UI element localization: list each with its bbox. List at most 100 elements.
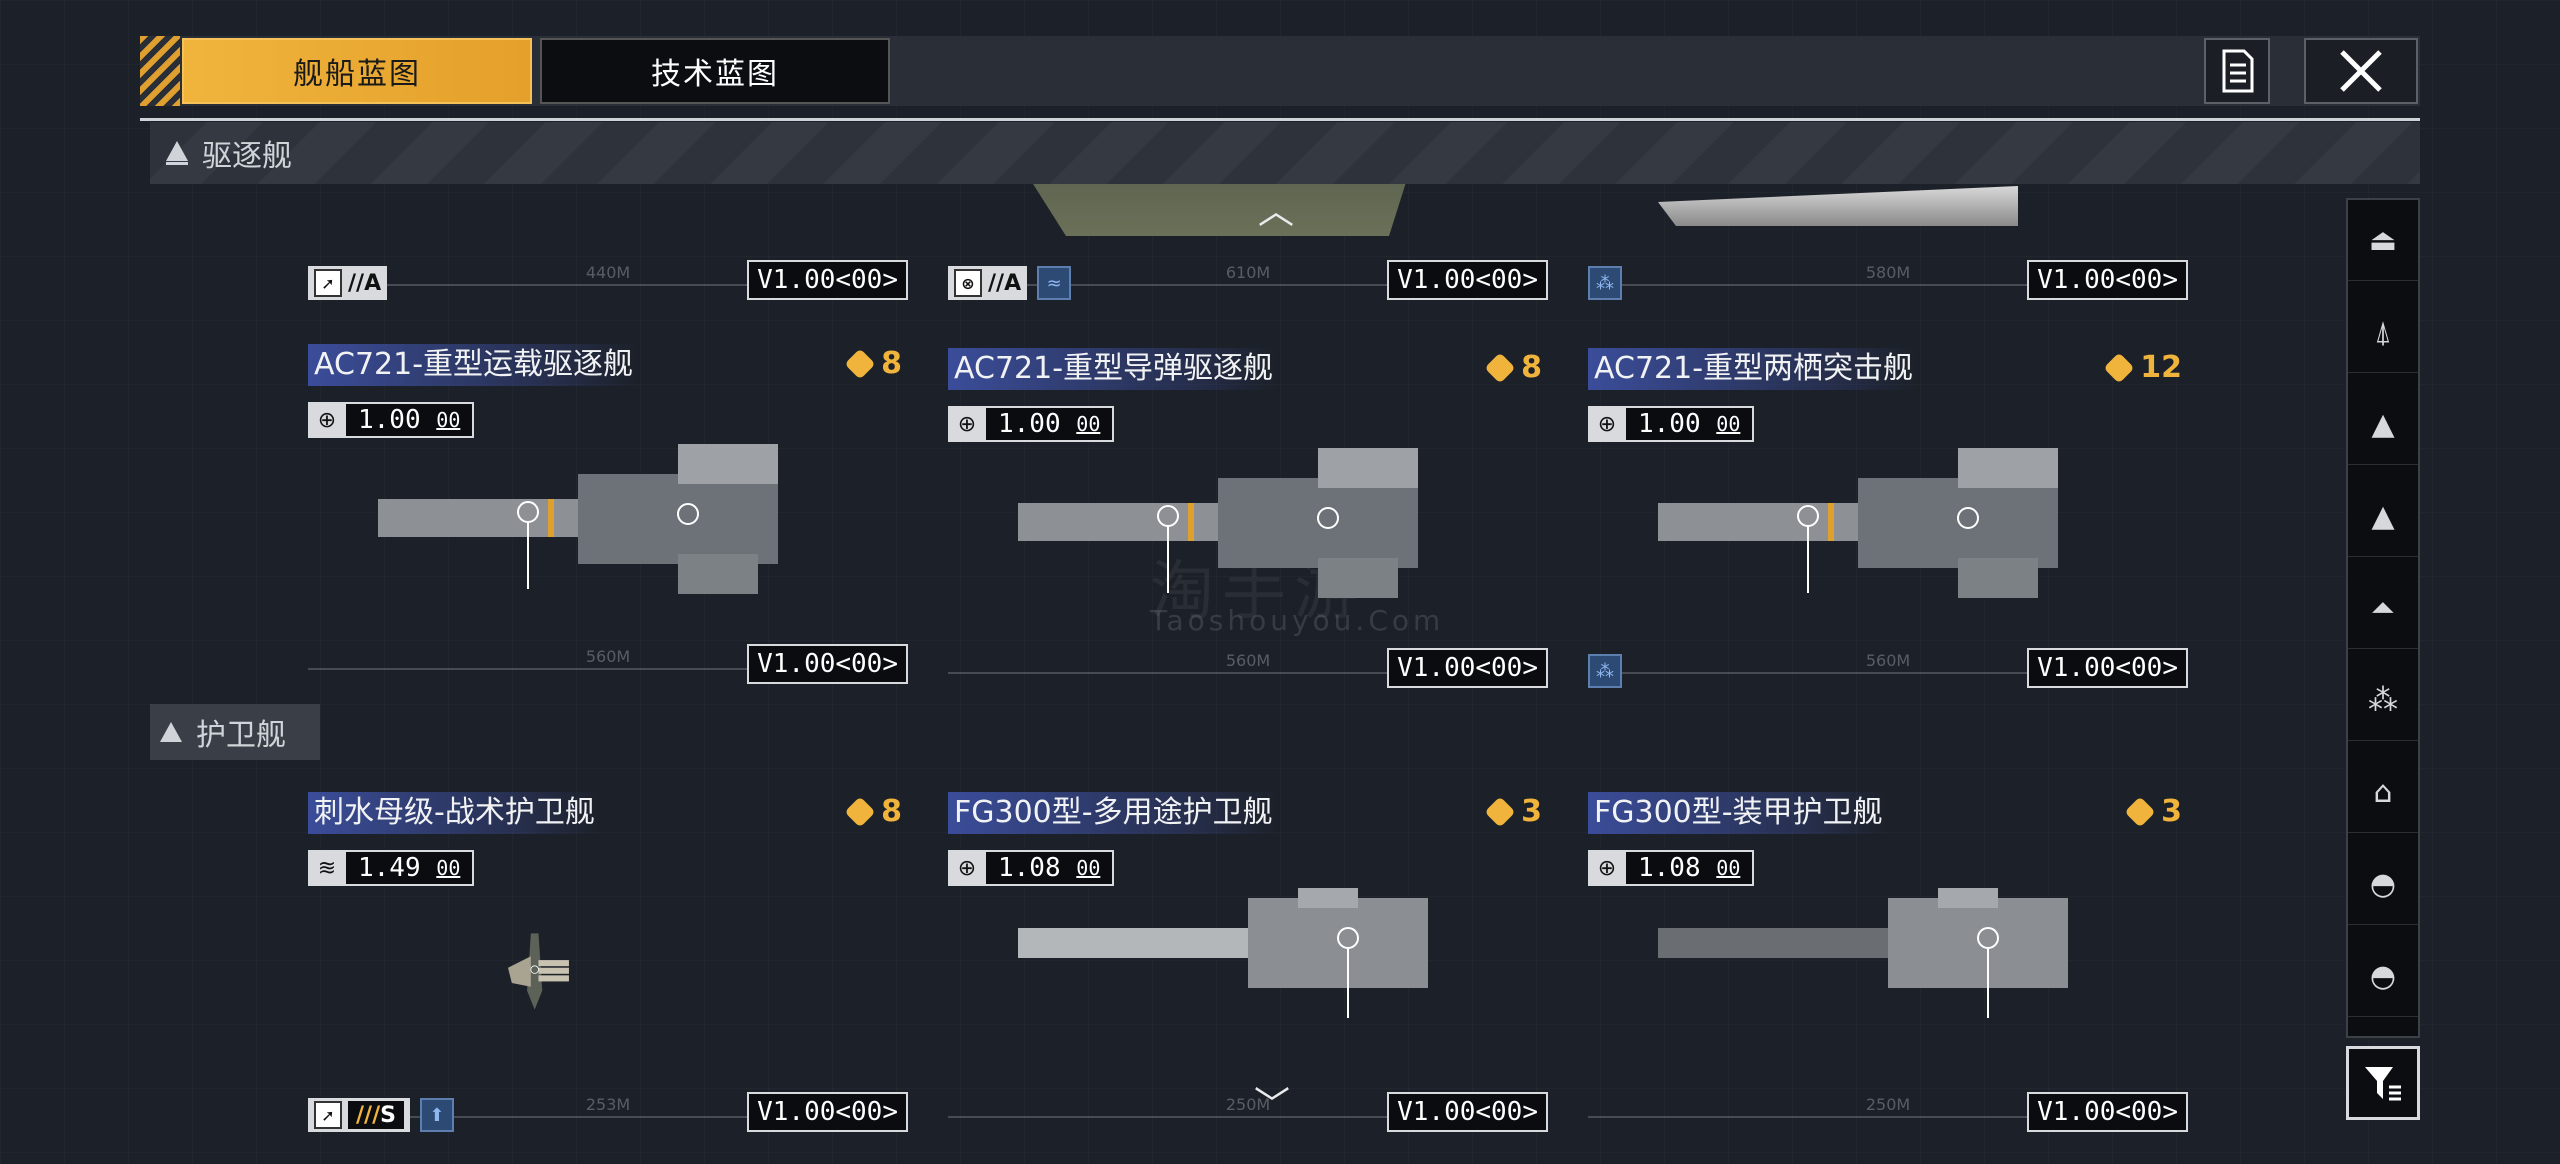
cost: 8 (844, 346, 902, 381)
speed-icon: ≋ (308, 850, 346, 886)
length-label: 440M (585, 263, 631, 282)
blueprint-cost-icon (844, 347, 876, 380)
tag-row: ➚//A (308, 266, 388, 300)
ship-card-partial[interactable]: 580M ⁂ V1.00<00> (1588, 176, 2188, 300)
stat-row: ⊕ 1.08 00 (1588, 850, 1755, 886)
version-badge: V1.00<00> (1387, 648, 1548, 688)
stat-value: 1.08 00 (986, 850, 1115, 886)
stat-row: ⊕ 1.08 00 (948, 850, 1115, 886)
ship-name: AC721-重型两栖突击舰 (1588, 348, 1920, 390)
cruiser-class-button[interactable]: ⍋ (2348, 292, 2418, 373)
ship-class-panel: ⏏ ⍋ ▲ ▲ ⏶ ⁂ ⌂ ◓ ◓ (2346, 198, 2420, 1038)
destroyer-class-button[interactable]: ▲ (2348, 384, 2418, 465)
fighter-class-button[interactable]: ⁂ (2348, 660, 2418, 741)
top-divider (140, 118, 2420, 121)
version-badge: V1.00<00> (2027, 648, 2188, 688)
carrier-class-icon: ⏏ (2368, 222, 2398, 258)
ship-name: AC721-重型运载驱逐舰 (308, 344, 640, 386)
globe-icon: ⊕ (1588, 406, 1626, 442)
filter-button[interactable] (2346, 1046, 2420, 1120)
dome-small-button[interactable]: ◓ (2348, 936, 2418, 1017)
ship-image (1018, 448, 1418, 598)
frigate-class-icon: ▲ (2371, 498, 2395, 534)
scroll-up-icon[interactable]: ︿ (1258, 182, 1294, 234)
corvette-class-icon: ⏶ (2371, 590, 2395, 626)
ship-name: AC721-重型导弹驱逐舰 (948, 348, 1280, 390)
blueprint-cost-icon (2103, 351, 2135, 384)
stat-value: 1.49 00 (346, 850, 475, 886)
ship-card[interactable]: AC721-重型运载驱逐舰 8 ⊕ 1.00 00 560M V1.00<00> (308, 344, 908, 684)
cruiser-class-icon: ⍋ (2374, 314, 2392, 350)
carrier-class-button[interactable]: ⏏ (2348, 200, 2418, 281)
version-badge: V1.00<00> (1387, 260, 1548, 300)
dome-small-icon: ◓ (2369, 958, 2397, 994)
tab-tech-blueprint[interactable]: 技术蓝图 (540, 38, 890, 104)
tag-row: ➚///S ⬆ (308, 1098, 454, 1132)
cost-value: 12 (2140, 350, 2182, 385)
tab-ship-blueprint[interactable]: 舰船蓝图 (182, 38, 532, 104)
cost-value: 3 (2161, 794, 2182, 829)
ship-card-partial[interactable]: ︿ 610M ⊗//A ≈ V1.00<00> (948, 176, 1548, 300)
ship-image (508, 933, 569, 1010)
globe-icon: ⊕ (948, 850, 986, 886)
cost-value: 8 (881, 794, 902, 829)
ship-name: 刺水母级-战术护卫舰 (308, 792, 601, 834)
triple-icon: ⁂ (1588, 654, 1622, 688)
version-badge: V1.00<00> (747, 1092, 908, 1132)
ship-card[interactable]: FG300型-多用途护卫舰 3 ⊕ 1.08 00 ﹀ 250M V1.00<00… (948, 792, 1548, 1132)
dome-button[interactable]: ◓ (2348, 844, 2418, 925)
corvette-class-button[interactable]: ⏶ (2348, 568, 2418, 649)
ship-card[interactable]: AC721-重型两栖突击舰 12 ⊕ 1.00 00 560M ⁂ V1.00<0… (1588, 348, 2188, 688)
ship-image (1658, 186, 2018, 226)
tag-row: ⊗//A ≈ (948, 266, 1072, 300)
hangar-icon: ⌂ (2373, 774, 2393, 810)
stat-row: ⊕ 1.00 00 (308, 402, 475, 438)
version-badge: V1.00<00> (2027, 1092, 2188, 1132)
fighter-class-icon: ⁂ (2368, 682, 2398, 718)
document-button[interactable] (2204, 38, 2270, 104)
stat-row: ≋ 1.49 00 (308, 850, 475, 886)
tag-row: ⁂ (1588, 266, 1622, 300)
stat-row: ⊕ 1.00 00 (1588, 406, 1755, 442)
cost-value: 3 (1521, 794, 1542, 829)
grade-label: //A (348, 270, 382, 296)
section-header-frigate[interactable]: 护卫舰 (150, 704, 320, 760)
grade-label: ///S (348, 1101, 404, 1129)
triple-icon: ⁂ (1588, 266, 1622, 300)
class-tag: ➚//A (308, 266, 388, 300)
ship-card[interactable]: 刺水母级-战术护卫舰 8 ≋ 1.49 00 253M ➚///S ⬆ V1.00… (308, 792, 908, 1132)
class-icon: ➚ (314, 1101, 342, 1129)
ship-card-partial[interactable]: 440M ➚//A V1.00<00> (308, 176, 908, 300)
stat-value: 1.08 00 (1626, 850, 1755, 886)
length-label: 580M (1865, 263, 1911, 282)
section-title: 护卫舰 (196, 718, 286, 753)
hangar-button[interactable]: ⌂ (2348, 752, 2418, 833)
ship-name: FG300型-多用途护卫舰 (948, 792, 1279, 834)
close-button[interactable] (2304, 38, 2418, 104)
ship-card[interactable]: FG300型-装甲护卫舰 3 ⊕ 1.08 00 250M V1.00<00> (1588, 792, 2188, 1132)
frigate-class-button[interactable]: ▲ (2348, 476, 2418, 557)
arrow-up-icon: ⬆ (419, 1098, 454, 1132)
version-badge: V1.00<00> (747, 644, 908, 684)
cost: 8 (844, 794, 902, 829)
ship-image (1658, 888, 2068, 1018)
section-title: 驱逐舰 (202, 139, 292, 174)
ship-image (1018, 888, 1428, 1018)
ship-card[interactable]: AC721-重型导弹驱逐舰 8 ⊕ 1.00 00 560M V1.00<00> (948, 348, 1548, 688)
blueprint-cost-icon (2124, 795, 2156, 828)
dome-icon: ◓ (2369, 866, 2397, 902)
length-label: 560M (1865, 651, 1911, 670)
cost: 12 (2103, 350, 2182, 385)
ship-image (1658, 448, 2058, 598)
globe-icon: ⊕ (948, 406, 986, 442)
globe-icon: ⊕ (1588, 850, 1626, 886)
cost-value: 8 (881, 346, 902, 381)
destroyer-class-icon (166, 141, 188, 165)
grade-label: //A (988, 270, 1022, 296)
stat-value: 1.00 00 (346, 402, 475, 438)
cost-value: 8 (1521, 350, 1542, 385)
section-header-destroyer[interactable]: 驱逐舰 (150, 122, 2420, 184)
ship-image (1028, 176, 1408, 236)
cost: 3 (2124, 794, 2182, 829)
top-bar-accent (140, 36, 180, 106)
